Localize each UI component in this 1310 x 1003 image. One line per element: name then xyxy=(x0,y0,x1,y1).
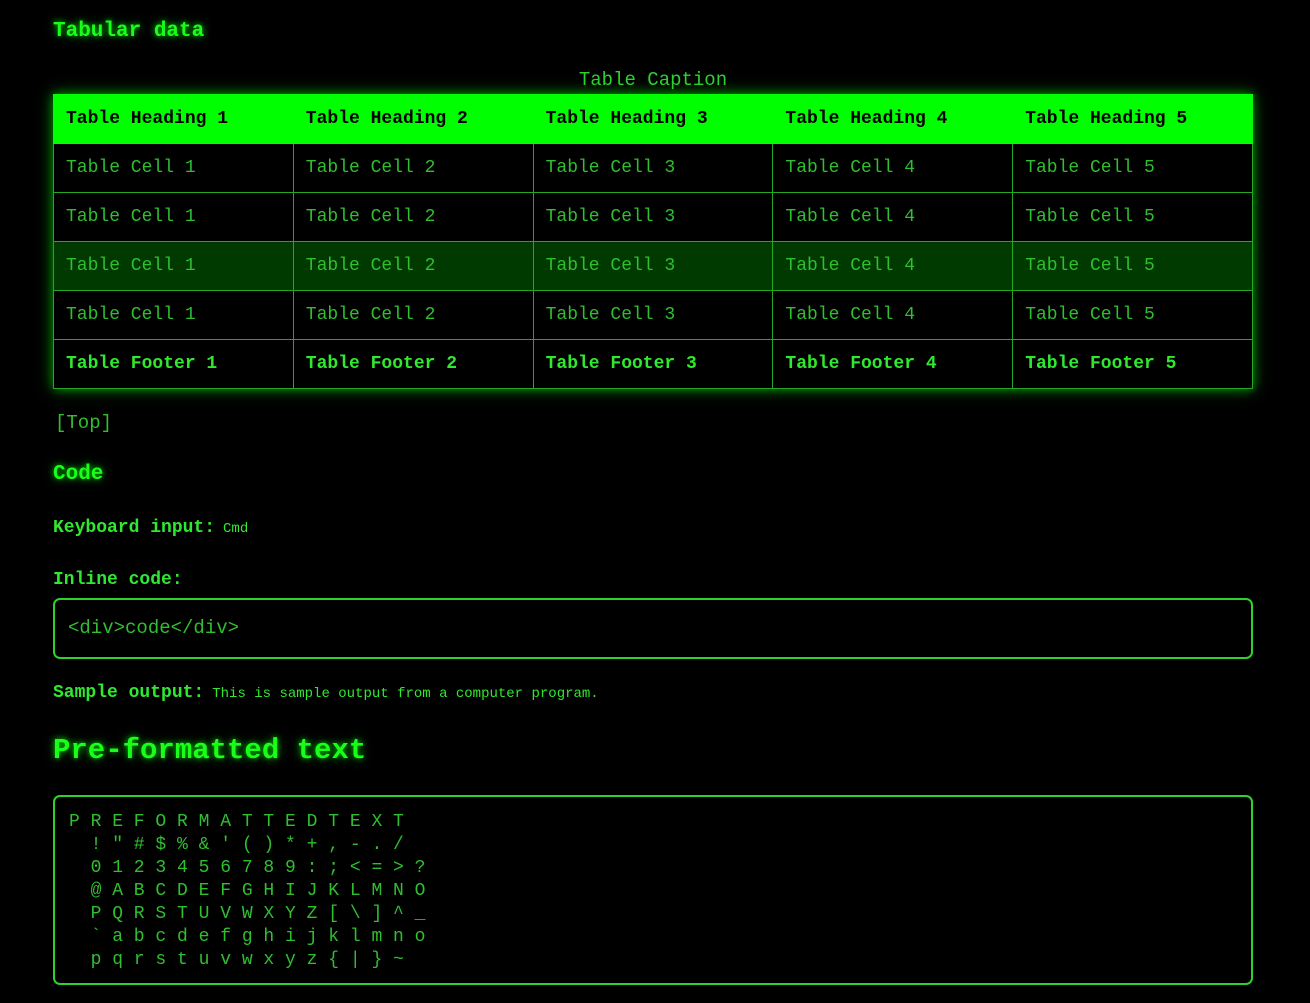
table-cell: Table Cell 2 xyxy=(292,192,534,242)
table-cell: Table Cell 3 xyxy=(532,143,774,193)
table-heading: Table Heading 1 xyxy=(53,94,294,144)
table-header-row: Table Heading 1 Table Heading 2 Table He… xyxy=(53,94,1253,144)
table-caption: Table Caption xyxy=(578,69,728,91)
preformatted-heading: Pre-formatted text xyxy=(53,734,367,767)
table-heading: Table Heading 2 xyxy=(292,94,534,144)
table-cell: Table Cell 1 xyxy=(53,143,294,193)
table-cell: Table Cell 1 xyxy=(53,290,294,340)
keyboard-input-value: Cmd xyxy=(223,521,249,537)
table-cell: Table Cell 4 xyxy=(772,241,1014,291)
code-heading: Code xyxy=(53,463,104,486)
table-cell: Table Cell 2 xyxy=(292,241,534,291)
table-cell: Table Cell 4 xyxy=(772,192,1014,242)
table-cell: Table Cell 5 xyxy=(1012,290,1253,340)
keyboard-input-line: Keyboard input: Cmd xyxy=(53,518,248,538)
table-cell: Table Cell 2 xyxy=(292,290,534,340)
keyboard-input-label: Keyboard input: xyxy=(53,518,216,538)
data-table: Table Heading 1 Table Heading 2 Table He… xyxy=(53,94,1253,389)
table-cell: Table Cell 2 xyxy=(292,143,534,193)
inline-code-block: <div>code</div> xyxy=(53,598,1253,659)
preformatted-block: P R E F O R M A T T E D T E X T ! " # $ … xyxy=(53,795,1253,985)
table-cell: Table Cell 1 xyxy=(53,241,294,291)
table-footer: Table Footer 3 xyxy=(532,339,774,389)
table-cell: Table Cell 3 xyxy=(532,192,774,242)
table-row: Table Cell 1 Table Cell 2 Table Cell 3 T… xyxy=(53,143,1253,193)
table-footer: Table Footer 5 xyxy=(1012,339,1253,389)
sample-output-label: Sample output: xyxy=(53,683,205,703)
table-heading: Table Heading 5 xyxy=(1012,94,1253,144)
inline-code-label: Inline code: xyxy=(53,570,183,590)
sample-output-line: Sample output: This is sample output from… xyxy=(53,683,599,703)
table-cell: Table Cell 1 xyxy=(53,192,294,242)
table-footer-row: Table Footer 1 Table Footer 2 Table Foot… xyxy=(53,339,1253,389)
table-cell: Table Cell 4 xyxy=(772,143,1014,193)
table-cell: Table Cell 3 xyxy=(532,241,774,291)
table-cell: Table Cell 5 xyxy=(1012,143,1253,193)
table-cell: Table Cell 5 xyxy=(1012,192,1253,242)
table-heading: Table Heading 3 xyxy=(532,94,774,144)
table-heading: Table Heading 4 xyxy=(772,94,1014,144)
table-cell: Table Cell 4 xyxy=(772,290,1014,340)
table-row: Table Cell 1 Table Cell 2 Table Cell 3 T… xyxy=(53,290,1253,340)
sample-output-value: This is sample output from a computer pr… xyxy=(212,686,599,702)
table-row: Table Cell 1 Table Cell 2 Table Cell 3 T… xyxy=(53,192,1253,242)
inline-code-line: Inline code: xyxy=(53,570,183,590)
table-footer: Table Footer 2 xyxy=(292,339,534,389)
table-footer: Table Footer 1 xyxy=(53,339,294,389)
table-cell: Table Cell 3 xyxy=(532,290,774,340)
table-cell: Table Cell 5 xyxy=(1012,241,1253,291)
table-row-highlighted: Table Cell 1 Table Cell 2 Table Cell 3 T… xyxy=(53,241,1253,291)
top-link[interactable]: [Top] xyxy=(55,412,112,434)
table-footer: Table Footer 4 xyxy=(772,339,1014,389)
tabular-data-heading: Tabular data xyxy=(53,20,205,43)
